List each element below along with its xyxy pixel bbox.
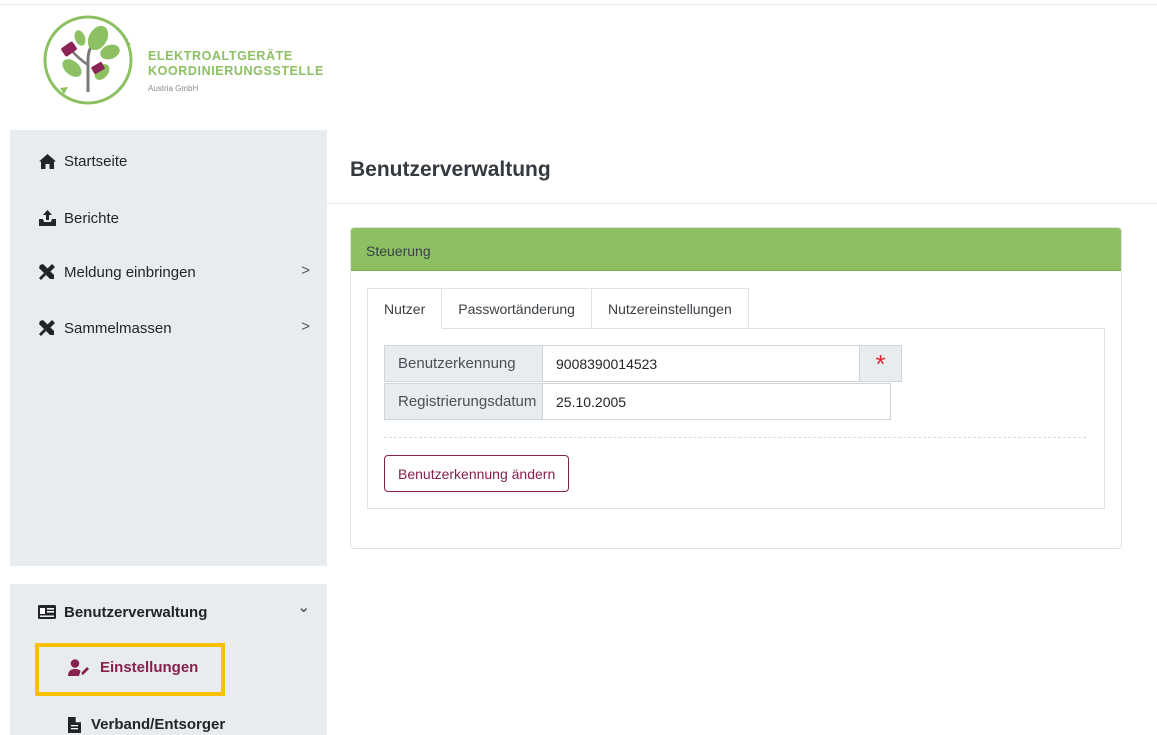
sidebar-subitem-label: Verband/Entsorger bbox=[91, 716, 226, 733]
sidebar-subitem-verband-entsorger[interactable]: Verband/Entsorger bbox=[68, 716, 225, 733]
card-header: Steuerung bbox=[351, 228, 1121, 271]
tab-nutzer[interactable]: Nutzer bbox=[367, 288, 443, 329]
steuerung-card: Steuerung Nutzer Passwortänderung Nutzer… bbox=[350, 227, 1122, 549]
brand-name: ELEKTROALTGERÄTE KOORDINIERUNGSSTELLE Au… bbox=[148, 49, 324, 93]
tab-nutzereinstellungen[interactable]: Nutzereinstellungen bbox=[590, 288, 749, 329]
tools-icon bbox=[38, 263, 56, 281]
page-title: Benutzerverwaltung bbox=[350, 158, 551, 181]
tools-icon bbox=[38, 319, 56, 337]
brand-line-2: KOORDINIERUNGSSTELLE bbox=[148, 64, 324, 78]
top-border bbox=[0, 0, 1157, 5]
user-id-row: Benutzerkennung 9008390014523 * bbox=[384, 345, 902, 382]
registration-date-label: Registrierungsdatum bbox=[384, 383, 543, 420]
id-card-icon bbox=[38, 603, 56, 621]
user-id-field[interactable]: 9008390014523 bbox=[543, 345, 860, 382]
sidebar-item-startseite[interactable]: Startseite bbox=[10, 149, 327, 173]
sidebar-item-berichte[interactable]: Berichte bbox=[10, 206, 327, 230]
user-id-label: Benutzerkennung bbox=[384, 345, 543, 382]
change-user-id-button[interactable]: Benutzerkennung ändern bbox=[384, 455, 570, 492]
home-icon bbox=[38, 152, 56, 170]
chevron-right-icon: > bbox=[301, 262, 310, 279]
highlight-box bbox=[35, 643, 225, 696]
registration-date-row: Registrierungsdatum 25.10.2005 bbox=[384, 383, 891, 420]
divider bbox=[384, 437, 1086, 438]
brand-line-3: Austria GmbH bbox=[148, 84, 199, 93]
main-header: Benutzerverwaltung bbox=[327, 130, 1157, 204]
sidebar-section-benutzerverwaltung[interactable]: Benutzerverwaltung ⌄ bbox=[10, 599, 327, 624]
document-icon bbox=[68, 716, 82, 733]
sidebar-item-label: Sammelmassen bbox=[64, 319, 172, 337]
tab-pane-nutzer: Benutzerkennung 9008390014523 * Registri… bbox=[367, 328, 1105, 509]
upload-tray-icon bbox=[38, 209, 56, 227]
app-header: ELEKTROALTGERÄTE KOORDINIERUNGSSTELLE Au… bbox=[0, 6, 1157, 130]
tab-passwortaenderung[interactable]: Passwortänderung bbox=[441, 288, 592, 329]
brand-logo[interactable] bbox=[38, 10, 138, 110]
sidebar-item-label: Startseite bbox=[64, 152, 128, 170]
sidebar-item-label: Berichte bbox=[64, 209, 120, 227]
required-marker: * bbox=[860, 345, 902, 382]
sidebar-section-label: Benutzerverwaltung bbox=[64, 603, 208, 621]
sidebar-item-meldung-einbringen[interactable]: Meldung einbringen > bbox=[10, 260, 327, 284]
chevron-right-icon: > bbox=[301, 318, 310, 335]
registration-date-field[interactable]: 25.10.2005 bbox=[543, 383, 891, 420]
brand-line-1: ELEKTROALTGERÄTE bbox=[148, 49, 293, 63]
sidebar-item-label: Meldung einbringen bbox=[64, 263, 196, 281]
chevron-down-icon: ⌄ bbox=[297, 599, 310, 616]
sidebar-item-sammelmassen[interactable]: Sammelmassen > bbox=[10, 316, 327, 340]
sidebar-nav bbox=[10, 130, 327, 566]
tab-bar: Nutzer Passwortänderung Nutzereinstellun… bbox=[367, 288, 749, 329]
